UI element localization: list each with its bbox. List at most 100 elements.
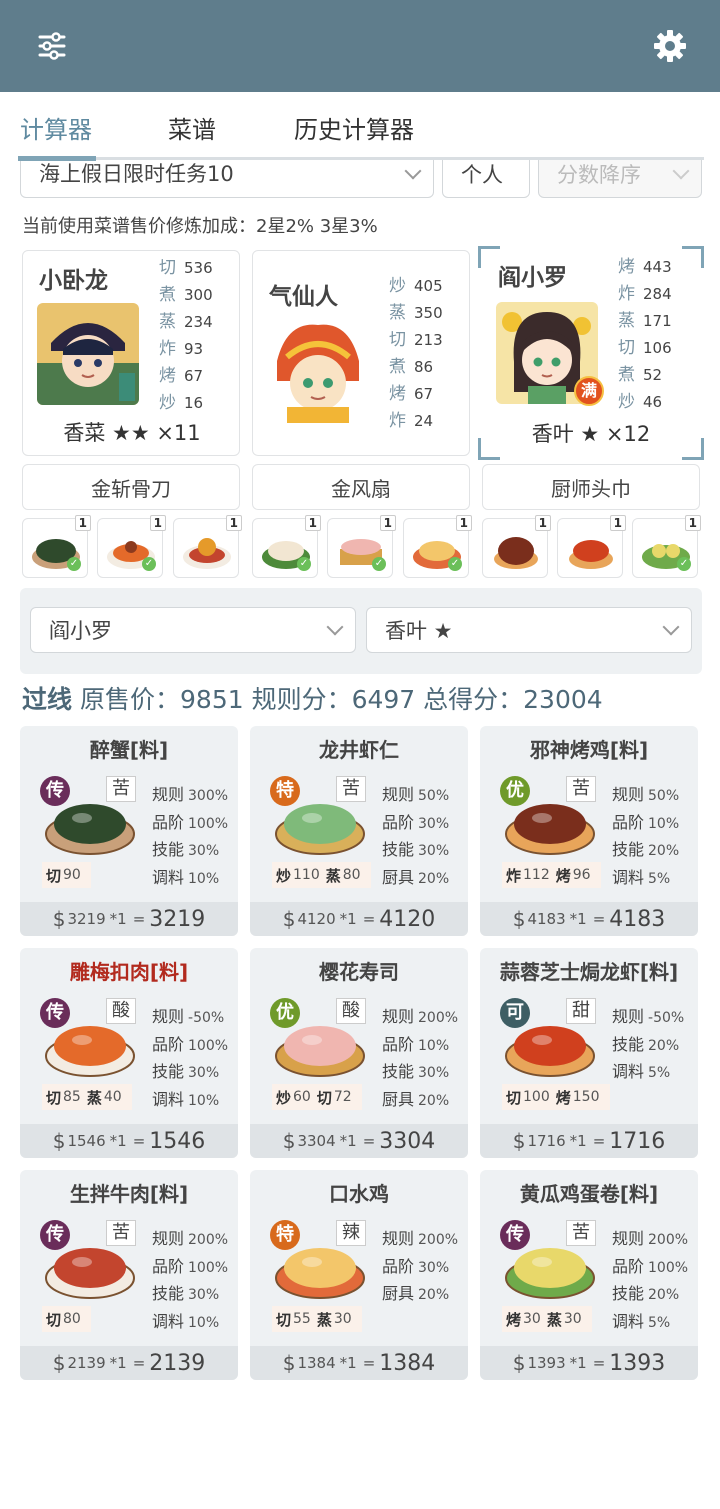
bonus-value: 5%	[648, 1065, 671, 1081]
skill-name: 蒸	[86, 1088, 102, 1107]
taste-tag: 甜	[566, 998, 596, 1024]
sliders-icon[interactable]	[28, 22, 76, 70]
bonus-list: 规则 200% 品阶 100% 技能 30% 调料 10%	[152, 1226, 228, 1336]
skill-value: 40	[103, 1089, 122, 1105]
check-icon: ✓	[297, 557, 311, 571]
dish-count: 1	[534, 515, 551, 531]
bonus-row: 技能 30%	[382, 1059, 458, 1087]
bonus-label: 技能	[382, 840, 415, 859]
recipe-card[interactable]: 蒜蓉芝士焗龙虾[料] 可甜规则 -50% 技能 20% 调料 5% 切 100 烤 150 $1716…	[480, 948, 698, 1158]
bonus-label: 规则	[152, 1229, 185, 1248]
tab-divider-line	[18, 157, 704, 160]
recipe-card[interactable]: 生拌牛肉[料] 传苦规则 200% 品阶 100% 技能 30% 调料 10% 切 80 $2139 *…	[20, 1170, 238, 1380]
chef-card-1[interactable]: 小卧龙 切 536 煮 300 蒸 234 炸 93 烤 67 炒 16 香菜 ★★ ×11	[22, 250, 240, 456]
bonus-row: 品阶 100%	[152, 1032, 228, 1060]
selection-corner	[478, 246, 500, 268]
bonus-value: 30%	[418, 1065, 450, 1081]
check-icon: ✓	[448, 557, 462, 571]
total-price: 1393	[609, 1350, 666, 1376]
recipe-card[interactable]: 醉蟹[料] 传苦规则 300% 品阶 100% 技能 30% 调料 10% 切 90 $3219 *1 =…	[20, 726, 238, 936]
bonus-label: 技能	[612, 1284, 645, 1303]
chef-card-2[interactable]: 气仙人 炒 405 蒸 350 切 213 煮 86 烤 67 炸 24	[252, 250, 470, 456]
price-bar: $2139 *1 = 2139	[20, 1346, 238, 1380]
recipe-title: 口水鸡	[329, 1182, 389, 1206]
recipe-card[interactable]: 口水鸡特辣规则 200% 品阶 30% 厨具 20% 切 55 蒸 30 $1384 *1 = 1384	[250, 1170, 468, 1380]
bonus-row: 厨具 20%	[382, 1281, 458, 1309]
bonus-label: 规则	[612, 1229, 645, 1248]
tab-history-label[interactable]: 历史计算器	[294, 110, 414, 145]
bonus-value: 200%	[648, 1232, 689, 1248]
tab-recipes-label[interactable]: 菜谱	[168, 110, 216, 145]
bonus-row: 规则 -50%	[612, 1004, 684, 1032]
equals-sign: =	[592, 1354, 606, 1372]
bonus-value: 200%	[418, 1010, 459, 1026]
recipe-card[interactable]: 邪神烤鸡[料] 优苦规则 50% 品阶 10% 技能 20% 调料 5% 炸 112 烤 96 $4183…	[480, 726, 698, 936]
skill-value: 90	[63, 867, 81, 883]
recipe-card[interactable]: 樱花寿司优酸规则 200% 品阶 10% 技能 30% 厨具 20% 炒 60 切 72 $3304 *1…	[250, 948, 468, 1158]
recipe-card[interactable]: 雕梅扣肉[料] 传酸规则 -50% 品阶 100% 技能 30% 调料 10% 切 85 蒸 40 $15…	[20, 948, 238, 1158]
bonus-value: 10%	[188, 1314, 220, 1331]
recipe-card[interactable]: 龙井虾仁特苦规则 50% 品阶 30% 技能 30% 厨具 20% 炒 110 蒸 80 $4120 *1…	[250, 726, 468, 936]
bonus-value: 30%	[188, 1065, 220, 1081]
dish-slot[interactable]: 1 ✓	[97, 515, 166, 578]
dish-slot[interactable]: 1	[173, 515, 242, 578]
dish-slot[interactable]: 1 ✓	[403, 515, 472, 578]
equipment-slot-3[interactable]: 厨师头巾	[482, 464, 700, 510]
chef-select[interactable]: 阎小罗	[30, 607, 356, 653]
bonus-label: 调料	[152, 1089, 185, 1109]
tab-calculator-label[interactable]: 计算器	[20, 110, 92, 145]
bonus-row: 技能 30%	[152, 837, 228, 865]
recipe-title: 黄瓜鸡蛋卷[料]	[519, 1182, 659, 1206]
chevron-down-icon	[404, 162, 422, 180]
equals-sign: =	[132, 1132, 146, 1150]
gear-icon[interactable]	[646, 22, 694, 70]
recipe-card[interactable]: 黄瓜鸡蛋卷[料] 传苦规则 200% 品阶 100% 技能 20% 调料 5% 烤 30 蒸 30 $13…	[480, 1170, 698, 1380]
dish-slot[interactable]: 1	[482, 515, 551, 578]
bonus-value: 50%	[418, 788, 450, 804]
dish-slot[interactable]: 1 ✓	[632, 515, 701, 578]
total-price: 4183	[609, 906, 666, 932]
dish-slot[interactable]: 1	[557, 515, 626, 578]
bonus-value: 50%	[648, 788, 680, 804]
bonus-label: 技能	[152, 840, 185, 859]
dollar-icon: $	[282, 907, 296, 931]
bonus-label: 规则	[382, 785, 415, 804]
grade-badge: 可	[500, 998, 530, 1028]
skill-value: 112	[523, 867, 550, 883]
bonus-value: 20%	[418, 870, 450, 887]
equipment-slot-1[interactable]: 金斩骨刀	[22, 464, 240, 510]
chef-avatar	[267, 321, 369, 423]
dish-slot[interactable]: 1 ✓	[22, 515, 91, 578]
max-level-badge: 满	[574, 376, 604, 406]
equipment-slot-2[interactable]: 金风扇	[252, 464, 470, 510]
bonus-value: 10%	[418, 1037, 450, 1054]
skill-requirements: 切 85 蒸 40	[42, 1084, 132, 1110]
dish-slot[interactable]: 1 ✓	[327, 515, 396, 578]
dish-slot[interactable]: 1 ✓	[252, 515, 321, 578]
bonus-row: 厨具 20%	[382, 865, 449, 893]
skill-value: 100	[523, 1089, 550, 1105]
app-toolbar	[0, 0, 720, 92]
skill-value: 55	[293, 1311, 311, 1327]
chef-name: 小卧龙	[39, 268, 108, 294]
equals-sign: =	[592, 1132, 606, 1150]
recipe-title: 生拌牛肉[料]	[69, 1182, 189, 1206]
quantity: *1	[109, 1354, 127, 1372]
sort-select-value: 分数降序	[557, 163, 641, 187]
chef-skill-list: 切 536 煮 300 蒸 234 炸 93 烤 67 炒 16	[159, 258, 213, 413]
skill-value: 80	[63, 1311, 81, 1327]
bonus-list: 规则 200% 品阶 10% 技能 30% 厨具 20%	[382, 1004, 458, 1114]
quantity: *1	[339, 910, 357, 928]
bonus-value: 10%	[648, 815, 680, 832]
dish-count: 1	[684, 515, 701, 531]
bonus-row: 品阶 10%	[612, 810, 679, 838]
unit-price: 3304	[297, 1132, 336, 1150]
chef-card-3[interactable]: 阎小罗 满 烤 443 炸 284 蒸 171 切 106 煮 52 炒 46 香叶 ★ ×…	[478, 246, 704, 460]
taste-tag: 苦	[566, 1220, 596, 1246]
unit-price: 1716	[527, 1132, 566, 1150]
equals-sign: =	[592, 910, 606, 928]
price-bar: $4183 *1 = 4183	[480, 902, 698, 936]
seasoning-select[interactable]: 香叶 ★	[366, 607, 692, 653]
equipment-name: 金风扇	[331, 476, 391, 501]
skill-name: 蒸	[316, 1310, 332, 1329]
